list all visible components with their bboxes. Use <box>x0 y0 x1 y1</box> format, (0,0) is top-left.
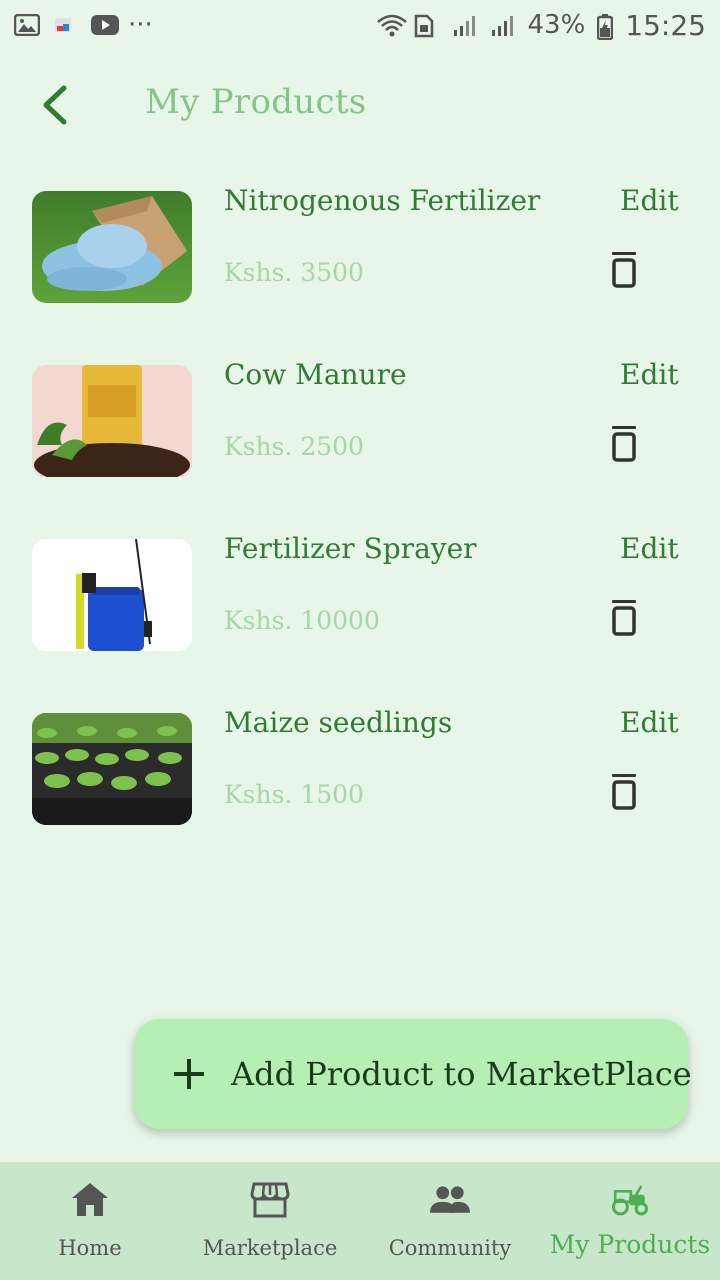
edit-button[interactable]: Edit <box>620 358 679 391</box>
clock: 15:25 <box>625 8 706 42</box>
nav-item-my-products[interactable]: My Products <box>540 1162 720 1280</box>
nav-label: Community <box>388 1236 512 1260</box>
nav-item-marketplace[interactable]: Marketplace <box>180 1162 360 1280</box>
product-price: Kshs. 1500 <box>224 780 364 809</box>
back-button[interactable] <box>36 82 76 128</box>
sprayer-image <box>32 539 192 651</box>
nav-item-community[interactable]: Community <box>360 1162 540 1280</box>
wifi-icon <box>376 14 407 37</box>
bottom-nav: Home Marketplace Community My Products <box>0 1162 720 1280</box>
product-price: Kshs. 10000 <box>224 606 380 635</box>
signal-icon-2 <box>490 14 516 36</box>
app-header: My Products <box>0 72 720 138</box>
nav-label: Home <box>58 1236 122 1260</box>
add-product-label: Add Product to MarketPlace <box>231 1055 692 1093</box>
page-title: My Products <box>145 82 367 122</box>
product-price: Kshs. 2500 <box>224 432 364 461</box>
signal-icon-1 <box>452 14 478 36</box>
product-name: Cow Manure <box>224 358 407 391</box>
seedlings-image <box>32 713 192 825</box>
product-name: Fertilizer Sprayer <box>224 532 477 565</box>
delete-button[interactable] <box>606 598 642 638</box>
tractor-icon <box>611 1185 649 1216</box>
delete-button[interactable] <box>606 424 642 464</box>
product-price: Kshs. 3500 <box>224 258 364 287</box>
storefront-icon <box>250 1182 290 1218</box>
product-list: Nitrogenous Fertilizer Kshs. 3500 Edit C… <box>0 174 720 870</box>
status-right: 43% 15:25 <box>376 8 706 42</box>
app-notification-icon <box>52 14 78 36</box>
home-icon <box>72 1183 108 1216</box>
product-name: Nitrogenous Fertilizer <box>224 184 541 217</box>
cow-manure-bag-image <box>32 365 192 477</box>
battery-percent: 43% <box>527 10 586 40</box>
nav-item-home[interactable]: Home <box>0 1162 180 1280</box>
product-item[interactable]: Nitrogenous Fertilizer Kshs. 3500 Edit <box>0 174 720 348</box>
delete-button[interactable] <box>606 250 642 290</box>
status-left: ··· <box>13 10 153 40</box>
plus-icon <box>174 1059 204 1089</box>
status-bar: ··· 43% 15:25 <box>0 0 720 50</box>
product-item[interactable]: Fertilizer Sprayer Kshs. 10000 Edit <box>0 522 720 696</box>
trash-icon <box>612 426 636 462</box>
people-icon <box>430 1186 470 1213</box>
edit-button[interactable]: Edit <box>620 532 679 565</box>
fertilizer-bag-image <box>32 191 192 303</box>
trash-icon <box>612 774 636 810</box>
chevron-left-icon <box>43 85 67 125</box>
delete-button[interactable] <box>606 772 642 812</box>
trash-icon <box>612 600 636 636</box>
product-item[interactable]: Maize seedlings Kshs. 1500 Edit <box>0 696 720 870</box>
edit-button[interactable]: Edit <box>620 706 679 739</box>
add-product-button[interactable]: Add Product to MarketPlace <box>134 1019 692 1129</box>
more-notifications-icon: ··· <box>128 10 153 40</box>
nav-label: My Products <box>549 1230 711 1259</box>
trash-icon <box>612 252 636 288</box>
nav-label: Marketplace <box>202 1236 338 1260</box>
gallery-icon <box>13 13 41 37</box>
battery-charging-icon <box>597 14 614 41</box>
edit-button[interactable]: Edit <box>620 184 679 217</box>
product-name: Maize seedlings <box>224 706 453 739</box>
product-item[interactable]: Cow Manure Kshs. 2500 Edit <box>0 348 720 522</box>
sim-icon <box>414 14 440 38</box>
youtube-icon <box>90 14 119 36</box>
